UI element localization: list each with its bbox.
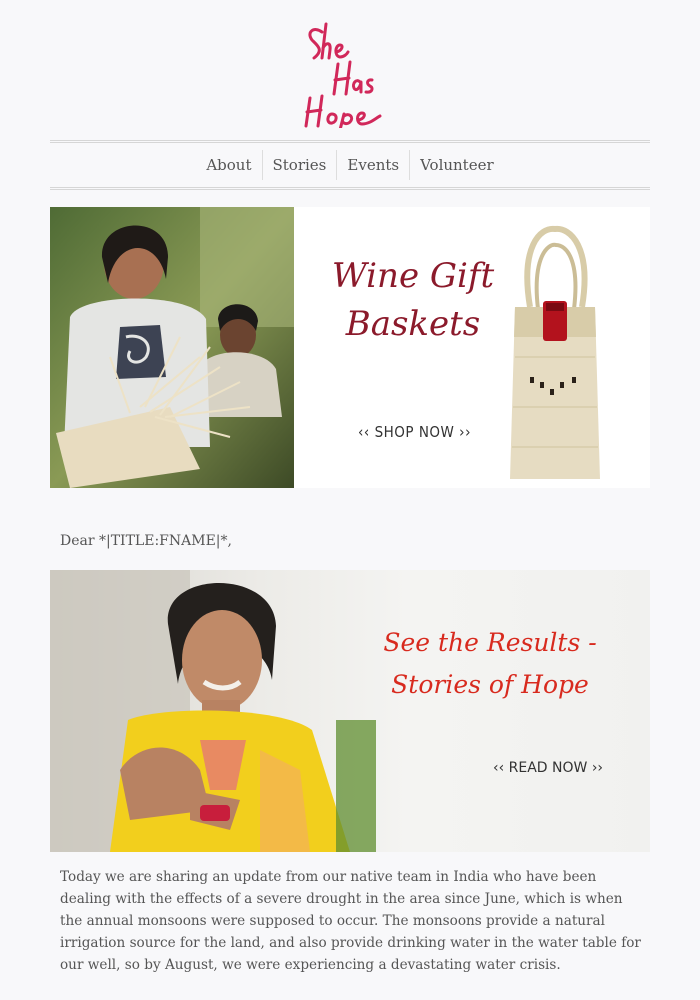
smiling-woman-photo <box>50 570 376 852</box>
shop-now-link[interactable]: ‹‹ SHOP NOW ›› <box>358 423 471 441</box>
wine-gift-basket-banner[interactable]: Wine Gift Baskets ‹‹ SHOP NOW ›› <box>50 207 650 488</box>
stories-of-hope-hero[interactable]: See the Results - Stories of Hope ‹‹ REA… <box>50 570 650 852</box>
body-paragraph: Today we are sharing an update from our … <box>60 869 641 973</box>
main-nav: About Stories Events Volunteer <box>50 140 650 190</box>
she-has-hope-logo <box>304 22 382 128</box>
logo[interactable] <box>0 18 700 128</box>
wine-bag-photo <box>510 225 600 479</box>
greeting: Dear *|TITLE:FNAME|*, <box>60 533 232 549</box>
nav-volunteer[interactable]: Volunteer <box>409 150 504 180</box>
nav-about[interactable]: About <box>196 150 261 180</box>
banner-title: Wine Gift Baskets <box>331 256 495 344</box>
read-now-link[interactable]: ‹‹ READ NOW ›› <box>493 760 603 776</box>
women-weaving-photo <box>50 207 294 488</box>
nav-events[interactable]: Events <box>336 150 409 180</box>
hero-title: See the Results - Stories of Hope <box>383 628 597 699</box>
nav-stories[interactable]: Stories <box>261 150 337 180</box>
